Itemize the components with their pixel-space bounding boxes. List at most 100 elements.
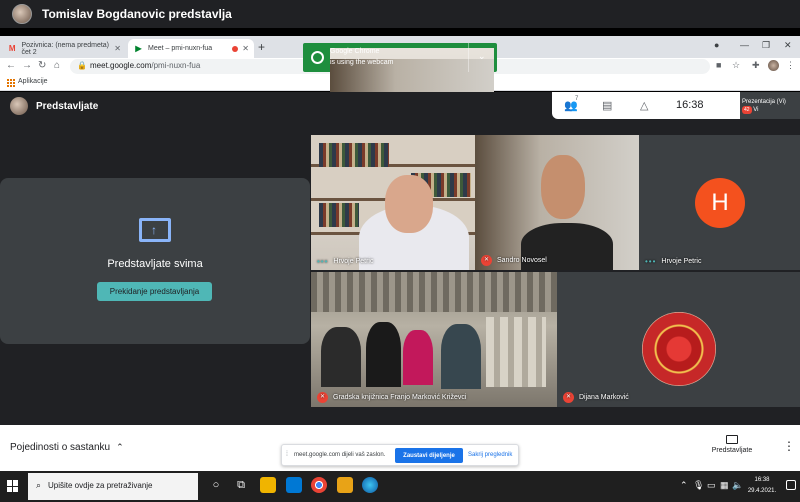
screen-share-bar: ⁞ meet.google.com dijeli vaš zaslon. Zau… <box>281 444 519 466</box>
books <box>319 143 389 167</box>
tab-close-icon[interactable]: ✕ <box>114 44 121 53</box>
people-count: 7 <box>575 96 579 102</box>
participant-avatar: H <box>695 178 745 228</box>
file-explorer-icon[interactable] <box>337 477 353 493</box>
apps-grid-icon[interactable] <box>7 79 15 87</box>
presenting-card: ↑ Predstavljate svima Prekidanje predsta… <box>0 178 310 344</box>
tab-label: Pozivnica: (nema predmeta) čet 2 <box>21 41 110 56</box>
chat-icon[interactable]: ▤ <box>602 99 612 112</box>
mic-off-icon: ✕ <box>317 392 328 403</box>
meet-icon: ▶ <box>135 44 142 53</box>
url-text: meet.google.com/pmi-nuxn-fua <box>90 61 201 70</box>
more-options-icon[interactable]: ⋮ <box>783 439 795 453</box>
participant-name: ✕ Dijana Marković <box>563 392 629 403</box>
participant-avatar-bow <box>642 312 716 386</box>
extensions-icon[interactable]: ✚ <box>752 60 760 71</box>
audience-person <box>321 327 361 387</box>
new-tab-button[interactable]: + <box>258 40 265 54</box>
back-icon[interactable]: ← <box>6 60 16 71</box>
presenter-banner: Tomislav Bogdanovic predstavlja <box>0 0 800 28</box>
lock-icon: 🔒 <box>77 61 87 70</box>
presenting-message: Predstavljate svima <box>107 258 203 270</box>
taskbar-search[interactable]: ⌕ Upišite ovdje za pretraživanje <box>28 473 198 500</box>
video-tile-sandro-novosel[interactable]: ✕ Sandro Novosel <box>475 135 639 270</box>
mini-presentation-suffix: Vi <box>753 107 759 113</box>
activities-icon[interactable]: △ <box>640 99 648 112</box>
tab-gmail-invitation[interactable]: M Pozivnica: (nema predmeta) čet 2 ✕ <box>2 39 126 58</box>
chevron-up-icon[interactable]: ⌃ <box>680 480 688 491</box>
restore-icon[interactable]: ❐ <box>762 40 770 51</box>
audience-chairs <box>486 317 546 387</box>
mini-presentation-tile[interactable]: Prezentacija (Vi) 42 Vi <box>740 92 800 119</box>
speaking-dots-icon: ••• <box>317 257 329 266</box>
reload-icon[interactable]: ↻ <box>38 60 46 71</box>
present-screen-icon <box>726 435 738 444</box>
presenting-button[interactable]: Predstavljate <box>705 435 759 454</box>
camera-in-use-icon[interactable]: ■ <box>716 60 721 70</box>
profile-avatar[interactable] <box>768 60 779 71</box>
chevron-down-icon[interactable]: ⌄ <box>478 51 486 62</box>
task-view-icon[interactable]: ⧉ <box>232 479 250 492</box>
taskbar-search-placeholder: Upišite ovdje za pretraživanje <box>48 481 153 490</box>
bookmark-apps[interactable]: Aplikacije <box>18 78 48 85</box>
search-icon: ⌕ <box>36 480 42 490</box>
presenter-avatar <box>12 4 32 24</box>
audience-person <box>441 324 481 389</box>
webcam-icon <box>311 51 324 64</box>
store-icon[interactable] <box>260 477 276 493</box>
stop-sharing-button[interactable]: Zaustavi dijeljenje <box>395 448 463 463</box>
close-window-icon[interactable]: ✕ <box>784 40 792 51</box>
video-tile-hrvoje-petric-avatar[interactable]: H ••• Hrvoje Petric <box>639 135 800 270</box>
minimize-icon[interactable]: — <box>740 40 749 50</box>
video-tile-gradska-knjiznica[interactable]: ✕ Gradska knjižnica Franjo Marković Križe… <box>311 272 557 407</box>
screen-share-message: meet.google.com dijeli vaš zaslon. <box>294 452 386 458</box>
recording-dot-icon <box>232 45 238 52</box>
meeting-details-button[interactable]: Pojedinosti o sastanku ⌃ <box>10 442 124 453</box>
chrome-icon[interactable] <box>311 477 327 493</box>
chevron-up-icon: ⌃ <box>116 442 124 452</box>
mini-presentation-count: 42 <box>742 106 752 114</box>
person-head <box>385 175 433 233</box>
notifications-icon[interactable] <box>786 480 796 490</box>
mic-off-icon: ✕ <box>563 392 574 403</box>
edge-icon[interactable] <box>362 477 378 493</box>
bookmark-star-icon[interactable]: ☆ <box>732 60 740 71</box>
windows-taskbar: ⌕ Upišite ovdje za pretraživanje ○ ⧉ ⌃ 🎙… <box>0 471 800 502</box>
video-tile-dijana-markovic[interactable]: ✕ Dijana Marković <box>557 272 800 407</box>
participant-name: ••• Hrvoje Petric <box>645 257 702 266</box>
hide-bar-link[interactable]: Sakrij preglednik <box>468 452 512 458</box>
stop-presenting-button[interactable]: Prekidanje predstavljanja <box>97 282 212 301</box>
person-head <box>541 155 585 219</box>
participant-name: ✕ Sandro Novosel <box>481 255 547 266</box>
network-icon[interactable]: ▦ <box>720 480 729 491</box>
meet-header-title: Predstavljate <box>36 100 99 112</box>
tab-search-icon[interactable]: ● <box>714 40 719 50</box>
mini-presentation-label: Prezentacija (Vi) <box>742 99 786 105</box>
chrome-menu-icon[interactable]: ⋮ <box>786 60 795 71</box>
battery-icon[interactable]: ▭ <box>707 480 716 491</box>
present-screen-icon: ↑ <box>139 218 171 242</box>
gmail-icon: M <box>8 44 16 53</box>
audience-person <box>403 330 433 385</box>
speaking-dots-icon: ••• <box>645 257 657 266</box>
home-icon[interactable]: ⌂ <box>54 60 60 71</box>
presenter-banner-title: Tomislav Bogdanovic predstavlja <box>42 7 232 21</box>
tab-close-icon[interactable]: ✕ <box>242 44 249 53</box>
windows-start-icon[interactable] <box>7 480 19 492</box>
meet-clock: 16:38 <box>676 99 704 111</box>
webcam-notification[interactable]: Google Chrome is using the webcam ⌄ <box>303 43 497 194</box>
drag-handle-icon[interactable]: ⁞ <box>286 451 288 458</box>
meet-header: Predstavljate <box>10 97 98 115</box>
mic-tray-icon[interactable]: 🎙 <box>693 480 704 491</box>
video-tile-hrvoje-petric[interactable]: ••• Hrvoje Petric <box>311 135 475 270</box>
cortana-icon[interactable]: ○ <box>207 479 225 491</box>
tab-meet[interactable]: ▶ Meet – pmi-nuxn-fua ✕ <box>128 39 254 58</box>
mail-icon[interactable] <box>286 477 302 493</box>
books <box>319 203 359 227</box>
participant-name: ✕ Gradska knjižnica Franjo Marković Križe… <box>317 392 466 403</box>
tab-label: Meet – pmi-nuxn-fua <box>148 45 213 52</box>
forward-icon[interactable]: → <box>22 60 32 71</box>
audience-person <box>366 322 401 387</box>
taskbar-clock[interactable]: 16:38 29.4.2021. <box>742 473 782 497</box>
participant-name: ••• Hrvoje Petric <box>317 257 374 266</box>
